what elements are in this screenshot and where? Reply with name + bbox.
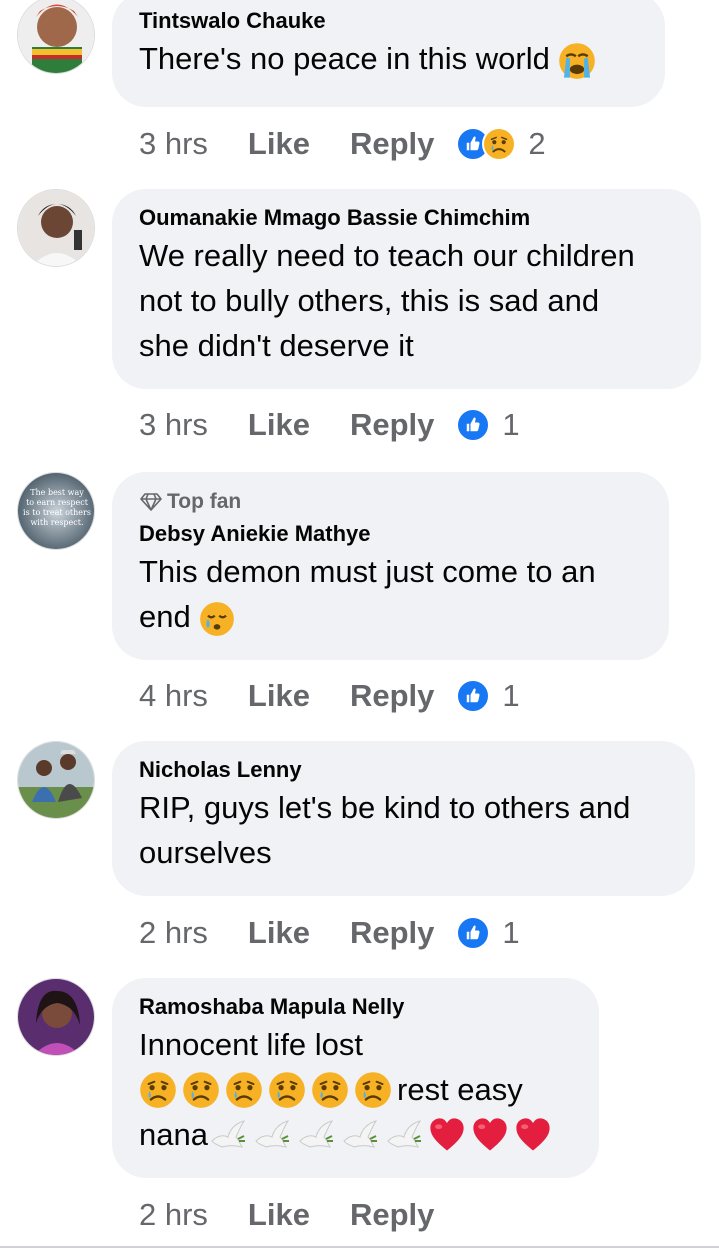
like-button[interactable]: Like [248,678,310,714]
avatar[interactable] [17,0,95,74]
reply-button[interactable]: Reply [350,1197,434,1233]
avatar[interactable] [17,741,95,819]
comment-text-line: nana [139,1112,579,1157]
like-reaction-icon [456,916,491,950]
reply-button[interactable]: Reply [350,678,434,714]
comment-timestamp[interactable]: 3 hrs [139,407,208,443]
comment-text-line: Innocent life lost [139,1027,364,1062]
dove-icon [208,1115,248,1155]
comment-text: end [139,594,649,639]
comment-bubble[interactable]: Tintswalo Chauke There's no peace in thi… [112,0,665,107]
comment-timestamp[interactable]: 2 hrs [139,915,208,951]
reaction-summary[interactable]: 1 [456,915,520,951]
sad-face-icon [311,1071,349,1109]
comment-bubble[interactable]: Ramoshaba Mapula Nelly Innocent life los… [112,978,599,1178]
top-fan-label: Top fan [167,490,242,513]
reaction-summary[interactable]: 1 [456,407,520,443]
dove-emoji-row [208,1115,428,1155]
like-button[interactable]: Like [248,126,310,162]
reply-button[interactable]: Reply [350,126,434,162]
comment-text-line: This demon must just come to an [139,554,596,589]
comment-text-line: We really need to teach our children [139,238,635,273]
red-heart-icon [514,1116,552,1154]
like-button[interactable]: Like [248,915,310,951]
like-button[interactable]: Like [248,407,310,443]
reaction-summary[interactable]: 2 [456,126,546,162]
reply-button[interactable]: Reply [350,915,434,951]
comment-timestamp[interactable]: 3 hrs [139,126,208,162]
sad-face-icon [182,1071,220,1109]
avatar-quote-line: to earn respect [26,498,89,507]
reaction-count: 1 [502,915,520,950]
avatar-quote-line: The best way [30,488,84,497]
dove-icon [384,1115,424,1155]
comment-timestamp[interactable]: 4 hrs [139,678,208,714]
comment-actions: 3 hrs Like Reply 2 [139,124,546,164]
red-heart-icon [471,1116,509,1154]
comment-text-line: RIP, guys let's be kind to others and [139,790,631,825]
avatar[interactable]: The best way to earn respect is to treat… [17,472,95,550]
reaction-count: 1 [502,678,520,713]
avatar[interactable] [17,189,95,267]
reaction-count: 1 [502,407,520,442]
avatar-quote-line: with respect. [30,518,83,527]
reaction-summary[interactable]: 1 [456,678,520,714]
sad-face-icon [268,1071,306,1109]
sad-face-icon [139,1071,177,1109]
comment-text-line: ourselves [139,835,272,870]
sad-emoji-row [139,1071,397,1109]
crying-face-icon [558,42,596,80]
diamond-icon [140,493,162,511]
avatar[interactable] [17,978,95,1056]
top-fan-badge: Top fan [139,488,649,516]
sad-face-icon [225,1071,263,1109]
comment-author[interactable]: Tintswalo Chauke [139,6,645,36]
sleepy-face-icon [199,601,235,637]
comment-timestamp[interactable]: 2 hrs [139,1197,208,1233]
comment-text-line: not to bully others, this is sad and [139,283,600,318]
sad-face-icon [354,1071,392,1109]
comment-text-line: rest easy [139,1067,579,1112]
comment-author[interactable]: Oumanakie Mmago Bassie Chimchim [139,203,681,233]
like-reaction-icon [456,679,491,713]
avatar-quote-line: is to treat others [23,508,91,517]
comment-bubble[interactable]: Oumanakie Mmago Bassie Chimchim We reall… [112,189,701,389]
reply-button[interactable]: Reply [350,407,434,443]
comment-author[interactable]: Ramoshaba Mapula Nelly [139,992,579,1022]
comment-text-line: she didn't deserve it [139,328,414,363]
comment-actions: 3 hrs Like Reply 1 [139,405,520,445]
heart-emoji-row [428,1116,557,1154]
sad-reaction-icon [482,127,517,161]
dove-icon [296,1115,336,1155]
dove-icon [340,1115,380,1155]
like-button[interactable]: Like [248,1197,310,1233]
dove-icon [252,1115,292,1155]
comment-bubble[interactable]: Nicholas Lenny RIP, guys let's be kind t… [112,741,695,896]
comment-author[interactable]: Debsy Aniekie Mathye [139,519,649,549]
comment-actions: 2 hrs Like Reply [139,1195,434,1235]
like-reaction-icon [456,408,491,442]
bottom-divider [0,1246,719,1248]
comment-bubble[interactable]: Top fan Debsy Aniekie Mathye This demon … [112,472,669,660]
red-heart-icon [428,1116,466,1154]
reaction-count: 2 [528,126,546,161]
comment-actions: 4 hrs Like Reply 1 [139,676,520,716]
comment-actions: 2 hrs Like Reply 1 [139,913,520,953]
comment-text: There's no peace in this world [139,36,645,81]
comment-author[interactable]: Nicholas Lenny [139,755,675,785]
